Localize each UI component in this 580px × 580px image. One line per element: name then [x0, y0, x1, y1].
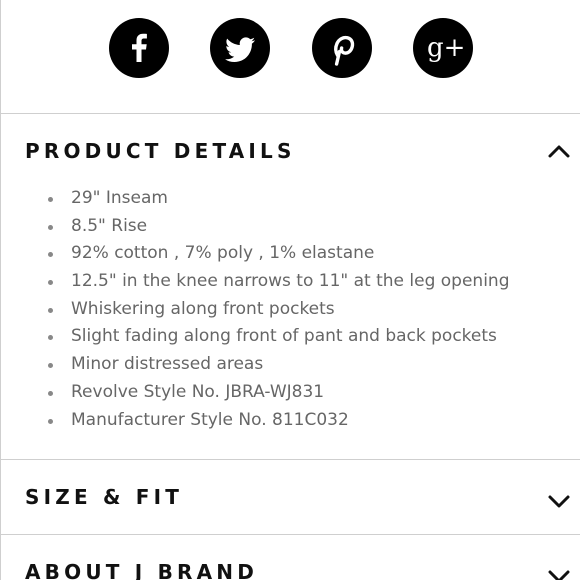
product-page: g+ PRODUCT DETAILS 29" Inseam 8.5" Rise … [0, 0, 580, 580]
product-details-list: 29" Inseam 8.5" Rise 92% cotton , 7% pol… [1, 185, 510, 434]
list-item: 8.5" Rise [1, 213, 510, 241]
divider [1, 459, 580, 460]
product-details-header[interactable]: PRODUCT DETAILS [1, 126, 580, 176]
list-item: 92% cotton , 7% poly , 1% elastane [1, 240, 510, 268]
twitter-icon [225, 37, 255, 63]
list-item: Revolve Style No. JBRA-WJ831 [1, 379, 510, 407]
chevron-up-icon [548, 145, 570, 158]
svg-text:g+: g+ [427, 33, 465, 63]
google-plus-icon: g+ [427, 33, 465, 63]
chevron-down-icon [548, 495, 570, 508]
bullet-icon [48, 252, 53, 258]
bullet-icon [48, 224, 53, 230]
about-brand-title: ABOUT J BRAND [25, 560, 259, 580]
google-plus-share-button[interactable]: g+ [413, 18, 473, 78]
pinterest-icon [334, 35, 355, 66]
divider [1, 113, 580, 114]
size-fit-title: SIZE & FIT [25, 485, 184, 509]
social-share-bar: g+ [1, 18, 580, 80]
list-item: Manufacturer Style No. 811C032 [1, 407, 510, 435]
product-details-title: PRODUCT DETAILS [25, 139, 296, 163]
bullet-icon [48, 307, 53, 313]
facebook-share-button[interactable] [109, 18, 169, 78]
list-item: Whiskering along front pockets [1, 296, 510, 324]
bullet-icon [48, 390, 53, 396]
list-item: Minor distressed areas [1, 351, 510, 379]
size-fit-header[interactable]: SIZE & FIT [1, 472, 580, 522]
bullet-icon [48, 335, 53, 341]
bullet-icon [48, 280, 53, 286]
divider [1, 534, 580, 535]
bullet-icon [48, 418, 53, 424]
chevron-down-icon [548, 570, 570, 580]
pinterest-share-button[interactable] [312, 18, 372, 78]
list-item: 12.5" in the knee narrows to 11" at the … [1, 268, 510, 296]
bullet-icon [48, 197, 53, 202]
list-item: Slight fading along front of pant and ba… [1, 323, 510, 351]
twitter-share-button[interactable] [210, 18, 270, 78]
about-brand-header[interactable]: ABOUT J BRAND [1, 547, 580, 580]
facebook-icon [132, 33, 147, 62]
list-item: 29" Inseam [1, 185, 510, 213]
bullet-icon [48, 363, 53, 369]
